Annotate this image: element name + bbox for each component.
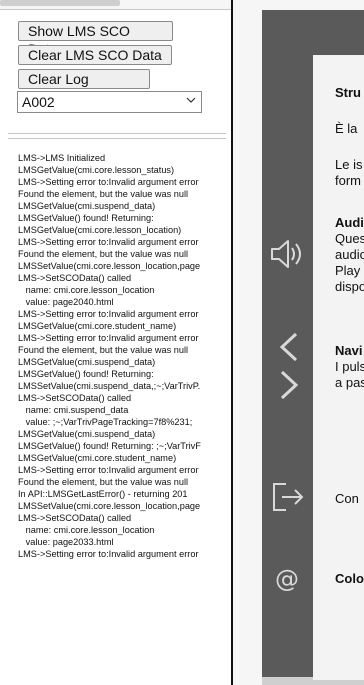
log-line: value: page2033.html	[18, 537, 114, 547]
divider	[8, 133, 226, 134]
log-line: LMS->Setting error to:Invalid argument e…	[18, 177, 199, 187]
card-text: a pas	[335, 375, 364, 390]
log-line: LMSSetValue(cmi.suspend_data,;~;VarTrivP…	[18, 381, 201, 391]
log-line: LMSSetValue(cmi.core.lesson_location,pag…	[18, 501, 201, 511]
card-text: dispo	[335, 279, 364, 294]
log-line: name: cmi.core.lesson_location	[18, 525, 155, 535]
log-line: Found the element, but the value was nul…	[18, 345, 189, 355]
log-line: LMS->Setting error to:Invalid argument e…	[18, 309, 199, 319]
sco-select-value: A002	[22, 94, 55, 110]
exit-icon[interactable]	[268, 478, 306, 516]
log-line: name: cmi.suspend_data	[18, 405, 129, 415]
log-line: value: page2040.html	[18, 297, 114, 307]
log-line: LMSGetValue() found! Returning:	[18, 369, 154, 379]
log-line: Found the element, but the value was nul…	[18, 189, 189, 199]
card-text: audio	[335, 247, 364, 262]
log-line: LMS->SetSCOData() called	[18, 273, 132, 283]
next-arrow-icon[interactable]	[268, 366, 306, 404]
log-line: LMSGetValue(cmi.core.student_name)	[18, 321, 177, 331]
log-line: LMSGetValue(cmi.core.student_name)	[18, 453, 177, 463]
card-text: I puls	[335, 359, 364, 374]
log-line: LMS->SetSCOData() called	[18, 513, 132, 523]
divider	[8, 138, 226, 139]
log-line: LMSGetValue(cmi.core.lesson_location)	[18, 225, 182, 235]
log-line: LMSGetValue() found! Returning:	[18, 213, 154, 223]
card-heading: Stru	[335, 85, 361, 100]
sco-select-dropdown[interactable]: A002	[17, 91, 202, 113]
card-heading: Colo	[335, 571, 364, 586]
contact-at-icon[interactable]: @	[268, 560, 306, 598]
card-text: Play	[335, 263, 361, 278]
scrollbar-thumb[interactable]	[0, 0, 120, 6]
log-line: Found the element, but the value was nul…	[18, 477, 189, 487]
card-text: È la	[335, 121, 358, 136]
card-text: Con	[335, 491, 359, 506]
log-line: In API::LMSGetLastError() - returning 20…	[18, 489, 188, 499]
horizontal-scrollbar[interactable]	[0, 0, 232, 10]
log-line: value: ;~;VarTrivPageTracking=7f8%231;	[18, 417, 193, 427]
card-text: Ques	[335, 231, 364, 246]
log-window: LMS->LMS Initialized LMSGetValue(cmi.core…	[18, 152, 228, 572]
log-line: LMS->Setting error to:Invalid argument e…	[18, 333, 199, 343]
clear-lms-sco-data-button[interactable]: Clear LMS SCO Data	[18, 45, 172, 65]
svg-text:@: @	[275, 565, 299, 593]
log-line: LMSSetValue(cmi.core.lesson_location,pag…	[18, 261, 201, 271]
card-heading: Navi	[335, 343, 363, 358]
log-line: LMSGetValue() found! Returning: ;~;VarTr…	[18, 441, 201, 451]
log-line: LMS->Setting error to:Invalid argument e…	[18, 549, 199, 559]
log-line: Found the element, but the value was nul…	[18, 249, 189, 259]
log-line: LMS->LMS Initialized	[18, 153, 106, 163]
log-line: LMSGetValue(cmi.suspend_data)	[18, 429, 156, 439]
card-text: Le is	[335, 157, 363, 172]
card-text: form	[335, 173, 361, 188]
log-line: name: cmi.core.lesson_location	[18, 285, 155, 295]
log-line: LMS->Setting error to:Invalid argument e…	[18, 237, 199, 247]
clear-log-window-button[interactable]: Clear Log Window	[18, 69, 150, 105]
content-card: Stru È la Le is form Audi Ques audio Play dispo N…	[313, 55, 364, 680]
log-line: LMSGetValue(cmi.core.lesson_status)	[18, 165, 175, 175]
lms-debug-panel: Show LMS SCO Data Clear LMS SCO Data Cle…	[0, 0, 232, 685]
show-lms-sco-data-button[interactable]: Show LMS SCO Data	[18, 21, 173, 57]
log-line: LMS->Setting error to:Invalid argument e…	[18, 465, 199, 475]
log-line: LMS->SetSCOData() called	[18, 393, 132, 403]
prev-arrow-icon[interactable]	[268, 328, 306, 366]
card-heading: Audi	[335, 215, 364, 230]
log-line: LMSGetValue(cmi.suspend_data)	[18, 357, 156, 367]
chevron-down-icon	[186, 97, 196, 103]
audio-icon[interactable]	[268, 235, 306, 273]
log-line: LMSGetValue(cmi.suspend_data)	[18, 201, 156, 211]
